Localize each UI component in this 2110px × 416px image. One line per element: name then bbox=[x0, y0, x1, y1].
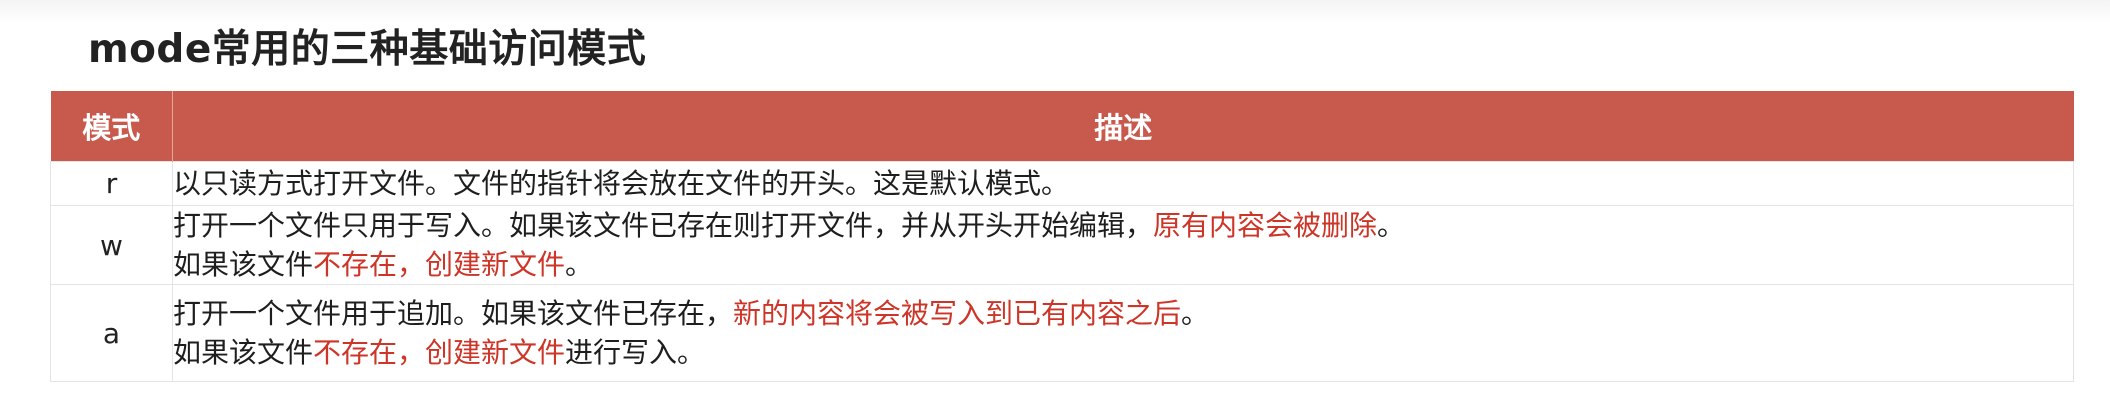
description-text: 以只读方式打开文件。文件的指针将会放在文件的开头。这是默认模式。 bbox=[173, 167, 1070, 200]
highlighted-text: 新的内容将会被写入到已有内容之后 bbox=[733, 297, 1182, 330]
description-text: 打开一个文件用于追加。如果该文件已存在， bbox=[173, 297, 734, 330]
access-modes-table: 模式 描述 r 以只读方式打开文件。文件的指针将会放在文件的开头。这是默认模式。… bbox=[50, 91, 2074, 382]
description-line: 如果该文件不存在，创建新文件。 bbox=[173, 245, 2073, 284]
mode-cell: w bbox=[50, 205, 173, 285]
table-row: w 打开一个文件只用于写入。如果该文件已存在则打开文件，并从开头开始编辑，原有内… bbox=[50, 205, 2074, 285]
description-text: 如果该文件 bbox=[173, 248, 314, 281]
description-cell: 打开一个文件只用于写入。如果该文件已存在则打开文件，并从开头开始编辑，原有内容会… bbox=[172, 205, 2074, 285]
description-line: 打开一个文件只用于写入。如果该文件已存在则打开文件，并从开头开始编辑，原有内容会… bbox=[173, 206, 2073, 245]
description-line: 如果该文件不存在，创建新文件进行写入。 bbox=[173, 333, 2073, 372]
description-cell: 以只读方式打开文件。文件的指针将会放在文件的开头。这是默认模式。 bbox=[172, 161, 2074, 206]
description-text: 。 bbox=[565, 248, 594, 281]
table-header-row: 模式 描述 bbox=[50, 91, 2074, 162]
page-title: mode常用的三种基础访问模式 bbox=[88, 27, 647, 72]
highlighted-text: 原有内容会被删除 bbox=[1153, 209, 1378, 242]
description-line: 以只读方式打开文件。文件的指针将会放在文件的开头。这是默认模式。 bbox=[173, 164, 2073, 203]
highlighted-text: 不存在，创建新文件 bbox=[313, 248, 566, 281]
table-row: r 以只读方式打开文件。文件的指针将会放在文件的开头。这是默认模式。 bbox=[50, 161, 2074, 206]
description-text: 。 bbox=[1181, 297, 1210, 330]
table-row: a 打开一个文件用于追加。如果该文件已存在，新的内容将会被写入到已有内容之后。 … bbox=[50, 284, 2074, 382]
description-cell: 打开一个文件用于追加。如果该文件已存在，新的内容将会被写入到已有内容之后。 如果… bbox=[172, 284, 2074, 382]
description-text: 打开一个文件只用于写入。如果该文件已存在则打开文件，并从开头开始编辑， bbox=[173, 209, 1154, 242]
header-description: 描述 bbox=[172, 91, 2074, 162]
description-line: 打开一个文件用于追加。如果该文件已存在，新的内容将会被写入到已有内容之后。 bbox=[173, 294, 2073, 333]
description-text: 如果该文件 bbox=[173, 336, 314, 369]
mode-cell: a bbox=[50, 284, 173, 382]
highlighted-text: 不存在，创建新文件 bbox=[313, 336, 566, 369]
header-mode: 模式 bbox=[50, 91, 173, 162]
description-text: 进行写入。 bbox=[565, 336, 706, 369]
mode-cell: r bbox=[50, 161, 173, 206]
description-text: 。 bbox=[1377, 209, 1406, 242]
